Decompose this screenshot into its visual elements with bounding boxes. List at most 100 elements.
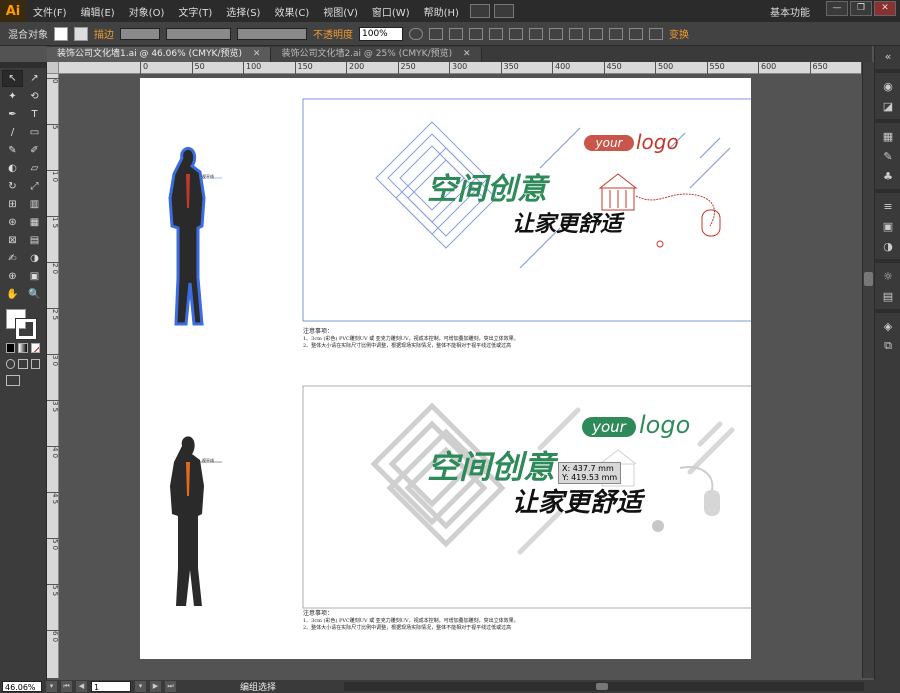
tool-icon-19[interactable]: ▤: [24, 232, 45, 249]
transparency-panel-icon[interactable]: ◑: [875, 236, 900, 256]
tool-icon-25[interactable]: 🔍: [24, 286, 45, 303]
brush-definition[interactable]: [237, 27, 307, 40]
slogan-top-first[interactable]: 空间创意: [427, 164, 547, 208]
swatches-icon[interactable]: ▦: [875, 126, 900, 146]
stroke-weight-field[interactable]: [120, 27, 160, 40]
tool-icon-11[interactable]: ▱: [24, 160, 45, 177]
screen-mode-icon[interactable]: [6, 375, 20, 386]
next-artboard-icon[interactable]: ▶: [150, 681, 161, 692]
color-guide-icon[interactable]: ◪: [875, 96, 900, 116]
logo-rest-top[interactable]: logo: [636, 130, 679, 154]
align-center-icon[interactable]: [449, 27, 463, 40]
color-mode-icon[interactable]: [6, 343, 16, 353]
first-artboard-icon[interactable]: ⏮: [61, 681, 72, 692]
tool-icon-5[interactable]: T: [24, 106, 45, 123]
distribute-center-icon[interactable]: [629, 27, 643, 40]
top-design-artwork[interactable]: [140, 78, 751, 368]
tool-icon-14[interactable]: ⊞: [2, 196, 23, 213]
opacity-label[interactable]: 不透明度: [313, 26, 353, 41]
menu-item-1[interactable]: 编辑(E): [74, 4, 122, 19]
logo-rest-bottom[interactable]: logo: [639, 411, 690, 439]
menu-item-2[interactable]: 对象(O): [122, 4, 172, 19]
menu-item-0[interactable]: 文件(F): [26, 4, 74, 19]
stroke-panel-icon[interactable]: ≡: [875, 196, 900, 216]
tool-icon-9[interactable]: ✐: [24, 142, 45, 159]
tool-icon-10[interactable]: ◐: [2, 160, 23, 177]
last-artboard-icon[interactable]: ⏭: [165, 681, 176, 692]
artboard-number-field[interactable]: 1: [91, 681, 131, 692]
tab-close-icon[interactable]: ✕: [463, 49, 471, 59]
stroke-swatch[interactable]: [74, 26, 88, 41]
menu-item-8[interactable]: 帮助(H): [417, 4, 466, 19]
align-right-icon[interactable]: [469, 27, 483, 40]
zoom-dropdown-icon[interactable]: ▾: [46, 681, 57, 692]
workspace-switcher[interactable]: 基本功能: [770, 4, 810, 19]
opacity-field[interactable]: 100%: [359, 26, 403, 41]
zoom-field[interactable]: 46.06%: [2, 681, 42, 692]
tool-icon-17[interactable]: ▦: [24, 214, 45, 231]
stroke-color-box[interactable]: [15, 318, 37, 340]
stroke-label[interactable]: 描边: [94, 26, 114, 41]
draw-normal-icon[interactable]: [6, 359, 16, 369]
tool-icon-22[interactable]: ⊕: [2, 268, 23, 285]
align-left-icon[interactable]: [429, 27, 443, 40]
bridge-icon[interactable]: [469, 4, 490, 18]
menu-item-3[interactable]: 文字(T): [171, 4, 219, 19]
align-bottom-icon[interactable]: [529, 27, 543, 40]
align-middle-icon[interactable]: [509, 27, 523, 40]
gradient-mode-icon[interactable]: [18, 343, 28, 353]
variable-width-profile[interactable]: [166, 27, 231, 40]
distribute-right-icon[interactable]: [649, 27, 663, 40]
horizontal-scroll-thumb[interactable]: [596, 683, 608, 690]
logo-pill-bottom[interactable]: your: [582, 417, 636, 437]
tool-icon-1[interactable]: ↗: [24, 70, 45, 87]
arrange-documents-icon[interactable]: [493, 4, 514, 18]
transform-label[interactable]: 变换: [669, 26, 689, 41]
tab-document-2[interactable]: 装饰公司文化墙2.ai @ 25% (CMYK/预览) ✕: [271, 47, 482, 62]
ruler-origin[interactable]: [47, 62, 59, 74]
vertical-ruler[interactable]: 0 5 1 0 1 5 2 0 2 5 3 0 3 5 4 0 4 5 5 0 5 5 6 0: [47, 74, 59, 678]
none-mode-icon[interactable]: [30, 343, 40, 353]
menu-item-4[interactable]: 选择(S): [219, 4, 267, 19]
logo-pill-top[interactable]: your: [584, 135, 634, 151]
distribute-middle-icon[interactable]: [569, 27, 583, 40]
tool-icon-3[interactable]: ⟲: [24, 88, 45, 105]
layers-panel-icon[interactable]: ◈: [875, 316, 900, 336]
vertical-scroll-thumb[interactable]: [864, 272, 873, 286]
menu-item-5[interactable]: 效果(C): [267, 4, 316, 19]
minimize-button[interactable]: —: [826, 1, 848, 16]
tool-icon-20[interactable]: ✍: [2, 250, 23, 267]
close-button[interactable]: ✕: [874, 1, 896, 16]
slogan-bottom-first[interactable]: 让家更舒适: [512, 206, 622, 238]
artboard-dropdown-icon[interactable]: ▾: [135, 681, 146, 692]
tool-icon-18[interactable]: ⊠: [2, 232, 23, 249]
distribute-top-icon[interactable]: [549, 27, 563, 40]
artboards-panel-icon[interactable]: ⧉: [875, 336, 900, 356]
vertical-scrollbar[interactable]: [862, 62, 874, 678]
tool-icon-12[interactable]: ↻: [2, 178, 23, 195]
recolor-icon[interactable]: [409, 27, 423, 40]
horizontal-scrollbar[interactable]: [344, 682, 864, 691]
tool-icon-8[interactable]: ✎: [2, 142, 23, 159]
tab-document-1[interactable]: 装饰公司文化墙1.ai @ 46.06% (CMYK/预览) ✕: [47, 47, 272, 62]
appearance-panel-icon[interactable]: ☼: [875, 266, 900, 286]
fill-swatch[interactable]: [54, 26, 68, 41]
artboard[interactable]: your logo 空间创意 让家更舒适 视平线 注意事项： 1、3cm (彩色…: [140, 78, 751, 659]
canvas-area[interactable]: your logo 空间创意 让家更舒适 视平线 注意事项： 1、3cm (彩色…: [59, 74, 862, 678]
menu-item-7[interactable]: 窗口(W): [365, 4, 417, 19]
distribute-left-icon[interactable]: [609, 27, 623, 40]
horizontal-ruler[interactable]: 0501001502002503003504004505005506006507…: [47, 62, 879, 74]
graphic-styles-icon[interactable]: ▤: [875, 286, 900, 306]
tool-icon-24[interactable]: ✋: [2, 286, 23, 303]
brushes-icon[interactable]: ✎: [875, 146, 900, 166]
restore-button[interactable]: ❐: [850, 1, 872, 16]
tool-icon-21[interactable]: ◑: [24, 250, 45, 267]
gradient-panel-icon[interactable]: ▣: [875, 216, 900, 236]
distribute-bottom-icon[interactable]: [589, 27, 603, 40]
tool-icon-23[interactable]: ▣: [24, 268, 45, 285]
tool-icon-7[interactable]: ▭: [24, 124, 45, 141]
tool-icon-13[interactable]: ⤢: [24, 178, 45, 195]
draw-inside-icon[interactable]: [30, 359, 40, 369]
tool-icon-2[interactable]: ✦: [2, 88, 23, 105]
tool-icon-6[interactable]: /: [2, 124, 23, 141]
